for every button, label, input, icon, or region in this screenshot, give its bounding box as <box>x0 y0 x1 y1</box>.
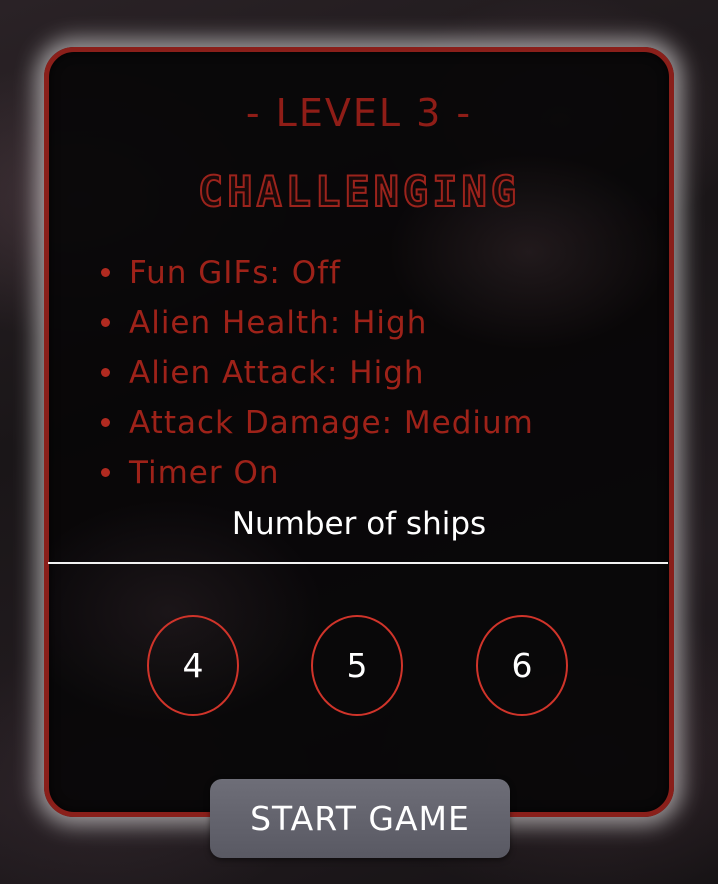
divider <box>48 562 668 564</box>
bullet-icon <box>101 468 110 477</box>
feature-item: Timer On <box>100 448 534 498</box>
bullet-icon <box>101 368 110 377</box>
bullet-icon <box>101 268 110 277</box>
feature-label: Alien Health: High <box>129 305 428 341</box>
ship-option-4[interactable]: 4 <box>147 615 239 716</box>
feature-item: Alien Health: High <box>100 298 534 348</box>
feature-item: Alien Attack: High <box>100 348 534 398</box>
feature-item: Attack Damage: Medium <box>100 398 534 448</box>
ships-label: Number of ships <box>231 506 487 542</box>
feature-list: Fun GIFs: Off Alien Health: High Alien A… <box>100 248 534 498</box>
start-game-button[interactable]: START GAME <box>210 779 510 858</box>
ship-option-6[interactable]: 6 <box>476 615 568 716</box>
difficulty-title: CHALLENGING <box>197 166 521 217</box>
ship-option-5[interactable]: 5 <box>311 615 403 716</box>
feature-label: Timer On <box>129 455 280 491</box>
feature-label: Fun GIFs: Off <box>129 255 341 291</box>
feature-label: Attack Damage: Medium <box>129 405 534 441</box>
bullet-icon <box>101 418 110 427</box>
feature-item: Fun GIFs: Off <box>100 248 534 298</box>
bullet-icon <box>101 318 110 327</box>
level-title: - LEVEL 3 - <box>245 91 473 135</box>
feature-label: Alien Attack: High <box>129 355 425 391</box>
